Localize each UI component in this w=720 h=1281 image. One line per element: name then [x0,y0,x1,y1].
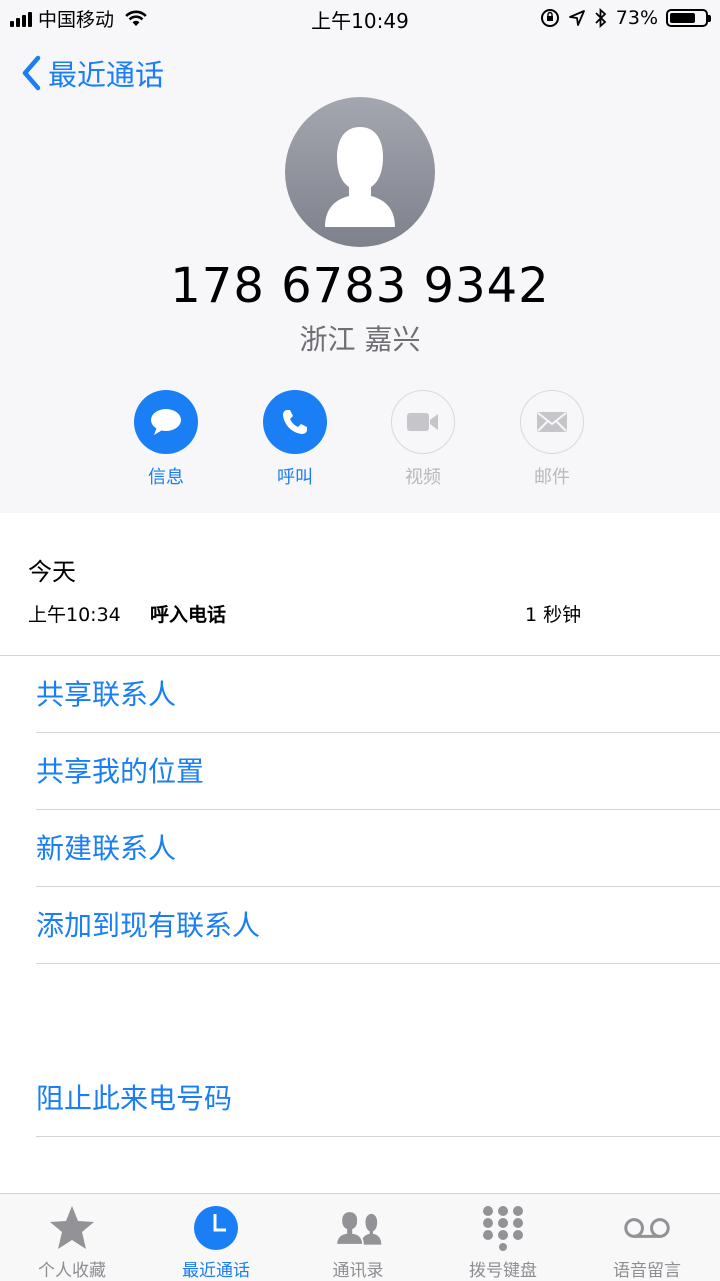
call-type: 呼入电话 [150,604,227,626]
phone-icon [283,410,307,434]
voicemail-icon [624,1218,670,1238]
tab-keypad[interactable]: 拨号键盘 [443,1194,563,1281]
video-button[interactable]: 视频 [378,390,468,489]
divider [0,655,720,656]
clock-icon [194,1206,238,1250]
back-label: 最近通话 [48,58,165,92]
battery-icon [666,9,711,27]
orientation-lock-icon [540,9,559,27]
chevron-left-icon [22,55,41,91]
video-label: 视频 [405,467,441,488]
battery-percent: 73% [615,7,658,29]
tab-label: 个人收藏 [38,1261,106,1281]
add-to-existing-contact-button[interactable]: 添加到现有联系人 [36,888,720,964]
call-duration: 1 秒钟 [525,604,582,626]
tab-voicemail[interactable]: 语音留言 [587,1194,707,1281]
divider [36,732,720,733]
tab-label: 最近通话 [182,1261,250,1281]
message-button[interactable]: 信息 [121,390,211,489]
tab-recents[interactable]: 最近通话 [156,1194,276,1281]
bluetooth-icon [595,8,607,28]
tab-label: 语音留言 [613,1261,681,1281]
avatar[interactable] [285,97,435,247]
phone-number: 178 6783 9342 [170,258,550,314]
location-icon [568,10,585,26]
message-icon [151,409,181,435]
star-icon [50,1206,94,1249]
person-silhouette-icon [325,127,395,227]
block-caller-button[interactable]: 阻止此来电号码 [36,1061,720,1137]
history-day: 今天 [28,558,76,586]
share-contact-button[interactable]: 共享联系人 [36,657,720,733]
message-label: 信息 [148,467,184,488]
mail-icon [537,412,567,432]
tab-contacts[interactable]: 通讯录 [298,1194,418,1281]
mail-button[interactable]: 邮件 [507,390,597,489]
call-button[interactable]: 呼叫 [250,390,340,489]
number-location: 浙江 嘉兴 [299,323,421,356]
share-location-button[interactable]: 共享我的位置 [36,734,720,810]
call-time: 上午10:34 [28,604,121,626]
tab-favorites[interactable]: 个人收藏 [12,1194,132,1281]
video-icon [407,413,438,431]
status-bar: 中国移动 上午10:49 73% [0,0,720,36]
divider [36,1136,720,1137]
call-label: 呼叫 [277,467,313,488]
divider [36,963,720,964]
contacts-icon [335,1210,382,1246]
tab-label: 拨号键盘 [469,1261,537,1281]
mail-label: 邮件 [534,467,570,488]
keypad-icon [483,1206,523,1251]
new-contact-button[interactable]: 新建联系人 [36,811,720,887]
divider [36,886,720,887]
divider [36,809,720,810]
back-button[interactable]: 最近通话 [20,52,164,94]
tab-bar: 个人收藏 最近通话 通讯录 拨号键盘 语音留言 [0,1193,720,1281]
tab-label: 通讯录 [332,1261,384,1281]
